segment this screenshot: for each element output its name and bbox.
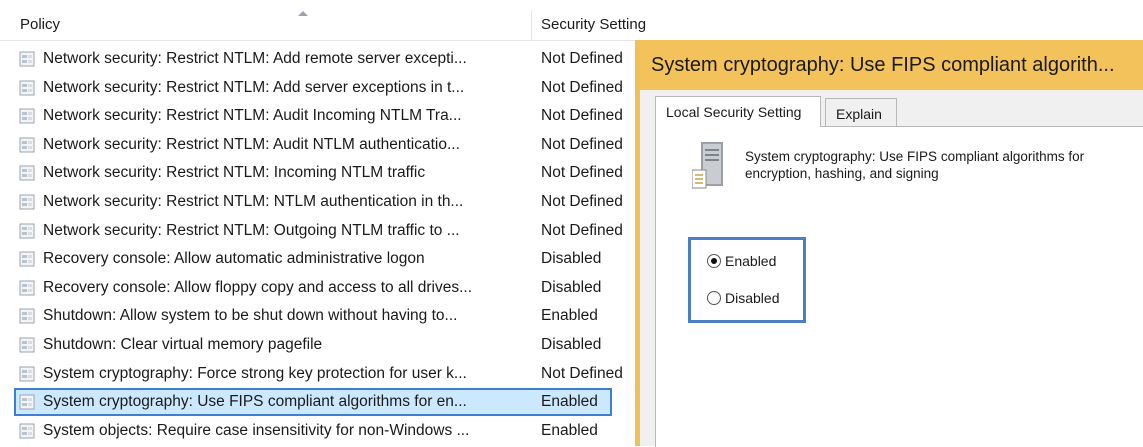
table-row[interactable]: Recovery console: Allow automatic admini… <box>0 245 640 273</box>
dialog-title-bar[interactable]: System cryptography: Use FIPS compliant … <box>640 40 1143 90</box>
policy-description: System cryptography: Use FIPS compliant … <box>745 149 1085 181</box>
radio-label-enabled: Enabled <box>725 253 777 269</box>
table-row[interactable]: Network security: Restrict NTLM: Add ser… <box>0 74 640 102</box>
table-row[interactable]: System objects: Require case insensitivi… <box>0 417 640 445</box>
policy-name: Network security: Restrict NTLM: Add ser… <box>43 78 465 96</box>
tab-local-security-setting[interactable]: Local Security Setting <box>655 96 821 127</box>
policy-setting: Not Defined <box>541 135 623 153</box>
policy-item-icon <box>19 308 35 324</box>
policy-setting: Enabled <box>541 421 598 439</box>
policy-item-icon <box>19 51 35 67</box>
policy-setting: Not Defined <box>541 78 623 96</box>
table-row[interactable]: Recovery console: Allow floppy copy and … <box>0 274 640 302</box>
table-row[interactable]: System cryptography: Use FIPS compliant … <box>0 388 640 417</box>
policy-setting: Enabled <box>541 307 598 325</box>
policy-name: System objects: Require case insensitivi… <box>43 421 470 439</box>
policy-name: Network security: Restrict NTLM: Outgoin… <box>43 221 460 239</box>
tab-explain[interactable]: Explain <box>825 98 897 126</box>
tab-label: Explain <box>836 106 882 122</box>
column-separator[interactable] <box>531 10 532 40</box>
table-row[interactable]: Network security: Restrict NTLM: NTLM au… <box>0 188 640 216</box>
policy-setting: Not Defined <box>541 193 623 210</box>
policy-name: System cryptography: Use FIPS compliant … <box>43 393 467 411</box>
policy-item-icon <box>19 423 35 439</box>
table-row[interactable]: Network security: Restrict NTLM: Audit N… <box>0 131 640 159</box>
policy-item-icon <box>19 366 35 382</box>
policy-properties-dialog: System cryptography: Use FIPS compliant … <box>635 40 1143 447</box>
policy-item-icon <box>19 108 35 124</box>
policy-setting: Not Defined <box>541 364 623 382</box>
policy-setting: Disabled <box>541 336 602 353</box>
policy-name: Shutdown: Allow system to be shut down w… <box>43 307 458 325</box>
policy-setting: Enabled <box>541 393 598 411</box>
table-row[interactable]: System cryptography: Force strong key pr… <box>0 360 640 388</box>
policy-name: Network security: Restrict NTLM: Incomin… <box>43 164 426 182</box>
policy-name: Recovery console: Allow floppy copy and … <box>43 278 473 296</box>
sort-ascending-icon <box>298 11 308 16</box>
tab-label: Local Security Setting <box>666 104 802 120</box>
table-row[interactable]: Shutdown: Clear virtual memory pagefile D… <box>0 331 640 359</box>
server-document-icon <box>692 142 723 189</box>
policy-name: Shutdown: Clear virtual memory pagefile <box>43 336 323 353</box>
policy-setting: Disabled <box>541 250 602 268</box>
list-header: Policy Security Setting <box>0 10 1143 41</box>
radio-label-disabled: Disabled <box>725 290 780 306</box>
policy-setting: Not Defined <box>541 221 623 239</box>
radio-button-unchecked[interactable] <box>707 291 721 305</box>
table-row[interactable]: Network security: Restrict NTLM: Add rem… <box>0 45 640 73</box>
table-row[interactable]: Network security: Restrict NTLM: Outgoin… <box>0 217 640 245</box>
policy-item-icon <box>19 223 35 239</box>
table-row[interactable]: Network security: Restrict NTLM: Audit I… <box>0 102 640 130</box>
policy-name: Recovery console: Allow automatic admini… <box>43 250 425 268</box>
table-row[interactable]: Shutdown: Allow system to be shut down w… <box>0 302 640 330</box>
setting-options: Enabled Disabled <box>688 237 806 323</box>
policy-name: Network security: Restrict NTLM: Audit I… <box>43 107 462 125</box>
policy-setting: Not Defined <box>541 107 623 125</box>
radio-button-checked[interactable] <box>707 254 721 268</box>
policy-name: System cryptography: Force strong key pr… <box>43 364 467 382</box>
column-header-policy[interactable]: Policy <box>20 16 60 33</box>
dialog-title: System cryptography: Use FIPS compliant … <box>651 54 1115 76</box>
policy-name: Network security: Restrict NTLM: Audit N… <box>43 135 460 153</box>
policy-name: Network security: Restrict NTLM: NTLM au… <box>43 193 464 210</box>
column-header-security-setting[interactable]: Security Setting <box>541 16 646 33</box>
policy-item-icon <box>19 337 35 353</box>
table-row[interactable]: Network security: Restrict NTLM: Incomin… <box>0 159 640 187</box>
policy-setting: Not Defined <box>541 164 623 182</box>
policy-item-icon <box>19 80 35 96</box>
tab-page-local-security-setting: System cryptography: Use FIPS compliant … <box>655 126 1143 447</box>
policy-item-icon <box>19 194 35 210</box>
policy-setting: Disabled <box>541 278 602 296</box>
policy-item-icon <box>19 251 35 267</box>
policy-name: Network security: Restrict NTLM: Add rem… <box>43 50 467 67</box>
policy-item-icon <box>19 280 35 296</box>
policy-item-icon <box>19 394 35 410</box>
policy-setting: Not Defined <box>541 50 623 67</box>
policy-item-icon <box>19 165 35 181</box>
policy-item-icon <box>19 137 35 153</box>
